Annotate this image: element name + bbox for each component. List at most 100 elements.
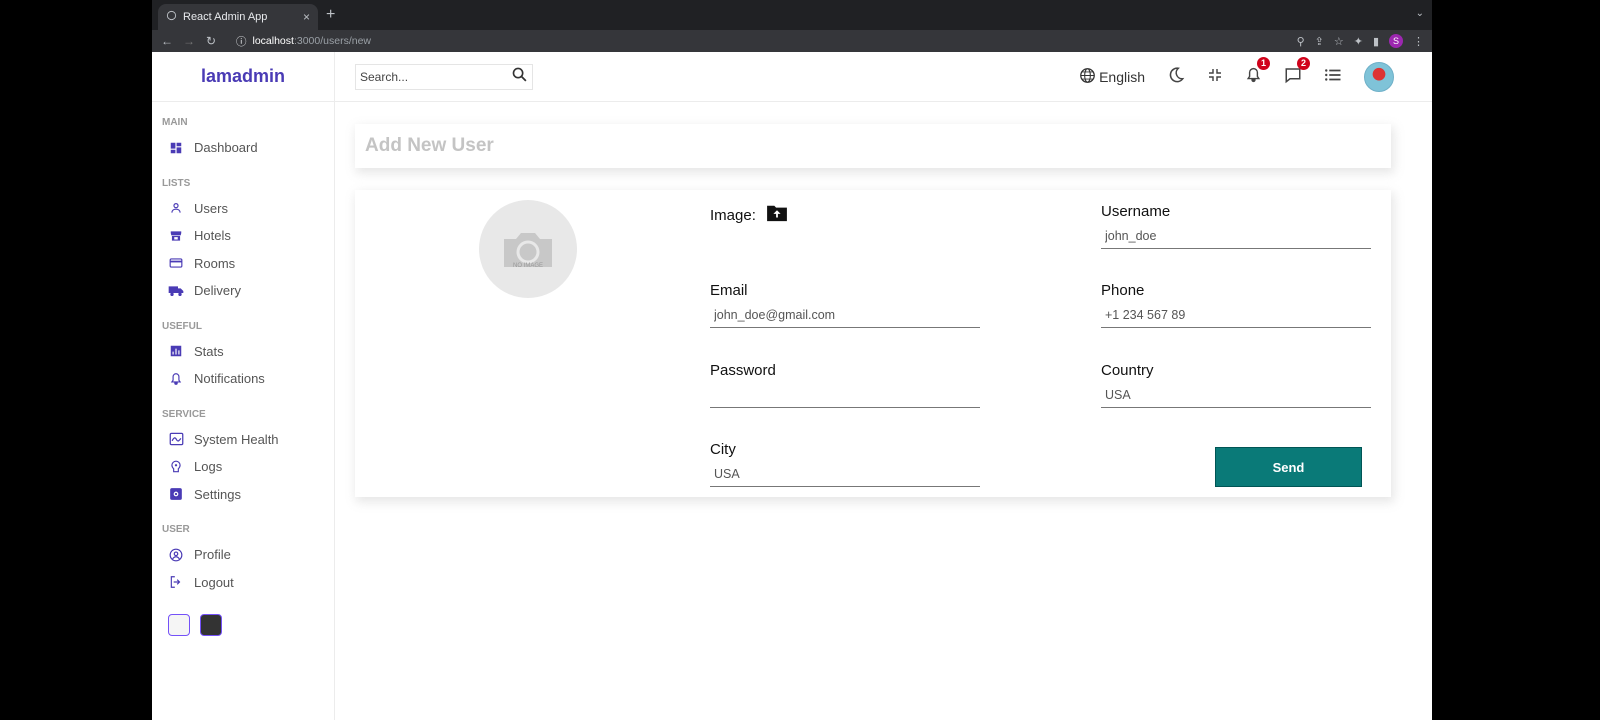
more-menu-icon[interactable]: ⋮ [1413, 35, 1424, 48]
page-header-card: Add New User [355, 124, 1391, 168]
sidebar-item-rooms[interactable]: Rooms [162, 250, 334, 278]
notifications-button[interactable]: 1 [1245, 56, 1270, 89]
navbar-actions: English 1 2 [1079, 52, 1394, 102]
sidebar-item-hotels[interactable]: Hotels [162, 222, 334, 250]
notifications-badge: 1 [1257, 56, 1270, 70]
avatar [1364, 62, 1394, 92]
sidebar-item-stats[interactable]: Stats [162, 338, 334, 366]
moon-icon [1167, 66, 1185, 89]
sidebar-item-dashboard[interactable]: Dashboard [162, 134, 334, 162]
main-content: Add New User NO IMAGE Image: Username jo… [335, 102, 1432, 720]
settings-icon [168, 486, 184, 502]
zoom-icon[interactable]: ⚲ [1297, 35, 1305, 48]
person-icon [168, 200, 184, 216]
tab-search-chevron-icon[interactable]: ⌄ [1416, 8, 1424, 19]
url-path: :3000/users/new [293, 35, 372, 47]
dark-theme-button[interactable] [200, 614, 222, 636]
forward-icon[interactable]: → [178, 34, 200, 48]
sidebar-item-label: Stats [194, 343, 224, 359]
language-globe-icon [1079, 67, 1096, 87]
browser-actions: ⚲ ⇪ ☆ ✦ ▮ S ⋮ [1297, 30, 1424, 52]
share-icon[interactable]: ⇪ [1315, 35, 1324, 48]
phone-label: Phone [1101, 282, 1145, 299]
sidebar-item-delivery[interactable]: Delivery [162, 277, 334, 305]
city-label: City [710, 441, 736, 458]
password-field: Password [710, 362, 980, 408]
image-preview: NO IMAGE [479, 200, 577, 298]
account-circle-icon [168, 547, 184, 563]
search-input[interactable] [360, 70, 500, 84]
sidebar-item-profile[interactable]: Profile [162, 541, 334, 569]
dark-mode-toggle[interactable] [1167, 66, 1185, 89]
section-title-useful: USEFUL [162, 320, 202, 332]
sidebar-item-label: Settings [194, 486, 241, 502]
light-theme-button[interactable] [168, 614, 190, 636]
send-button[interactable]: Send [1215, 447, 1362, 487]
sidebar: lamadmin MAIN Dashboard LISTS Users Hote… [152, 52, 335, 720]
search-icon[interactable] [511, 66, 528, 88]
drive-folder-upload-icon[interactable] [766, 204, 788, 226]
address-bar: ← → ↻ ⓘ localhost:3000/users/new ⚲ ⇪ ☆ ✦… [152, 30, 1432, 52]
password-label: Password [710, 362, 776, 379]
image-label: Image: [710, 206, 756, 224]
city-input[interactable] [710, 461, 980, 487]
country-label: Country [1101, 362, 1154, 379]
globe-icon [166, 10, 177, 24]
list-menu-button[interactable] [1324, 67, 1342, 88]
language-selector[interactable]: English [1079, 67, 1145, 87]
password-input[interactable] [710, 382, 980, 408]
tab-close-icon[interactable]: × [303, 10, 310, 24]
section-title-service: SERVICE [162, 408, 206, 420]
logout-icon [168, 574, 184, 590]
bell-icon [168, 371, 184, 387]
username-field: Username [1101, 203, 1371, 249]
browser-profile-avatar[interactable]: S [1389, 34, 1403, 48]
info-icon[interactable]: ⓘ [236, 34, 247, 49]
email-field: Email [710, 282, 980, 328]
health-icon [168, 431, 184, 447]
theme-color-options [162, 614, 334, 636]
extensions-icon[interactable]: ✦ [1354, 35, 1363, 48]
email-input[interactable] [710, 302, 980, 328]
sidebar-item-label: Profile [194, 547, 231, 563]
truck-icon [168, 283, 184, 299]
url-field[interactable]: ⓘ localhost:3000/users/new [236, 34, 371, 49]
new-user-form-card: NO IMAGE Image: Username Email [355, 190, 1391, 497]
section-title-lists: LISTS [162, 177, 191, 189]
sidebar-item-label: System Health [194, 431, 279, 447]
sidebar-item-system-health[interactable]: System Health [162, 426, 334, 454]
side-panel-icon[interactable]: ▮ [1373, 35, 1379, 48]
sidebar-item-settings[interactable]: Settings [162, 481, 334, 509]
tab-bar: React Admin App × + ⌄ [152, 0, 1432, 30]
bookmark-star-icon[interactable]: ☆ [1334, 35, 1344, 48]
page-title: Add New User [365, 135, 494, 156]
back-icon[interactable]: ← [156, 34, 178, 48]
country-input[interactable] [1101, 382, 1371, 408]
sidebar-item-logout[interactable]: Logout [162, 569, 334, 597]
username-input[interactable] [1101, 223, 1371, 249]
sidebar-item-label: Hotels [194, 228, 231, 244]
new-tab-button[interactable]: + [326, 6, 335, 24]
app-root: lamadmin MAIN Dashboard LISTS Users Hote… [152, 52, 1432, 720]
messages-button[interactable]: 2 [1284, 56, 1310, 89]
sidebar-item-label: Logout [194, 574, 234, 590]
country-field: Country [1101, 362, 1371, 408]
city-field: City [710, 441, 980, 487]
fullscreen-exit-button[interactable] [1207, 67, 1223, 88]
phone-input[interactable] [1101, 302, 1371, 328]
sidebar-item-users[interactable]: Users [162, 195, 334, 223]
sidebar-item-logs[interactable]: Logs [162, 453, 334, 481]
sidebar-item-notifications[interactable]: Notifications [162, 365, 334, 393]
reload-icon[interactable]: ↻ [200, 34, 222, 48]
psychology-icon [168, 459, 184, 475]
browser-tab[interactable]: React Admin App × [158, 4, 318, 30]
section-title-main: MAIN [162, 117, 188, 128]
messages-badge: 2 [1297, 56, 1310, 70]
user-avatar-button[interactable] [1364, 62, 1394, 92]
image-upload-field: Image: [710, 204, 980, 226]
app-logo[interactable]: lamadmin [201, 66, 285, 87]
image-upload-label[interactable]: Image: [710, 204, 980, 226]
url-host: localhost [252, 35, 294, 47]
no-image-text: NO IMAGE [512, 263, 543, 269]
top-navbar: English 1 2 [335, 52, 1432, 102]
